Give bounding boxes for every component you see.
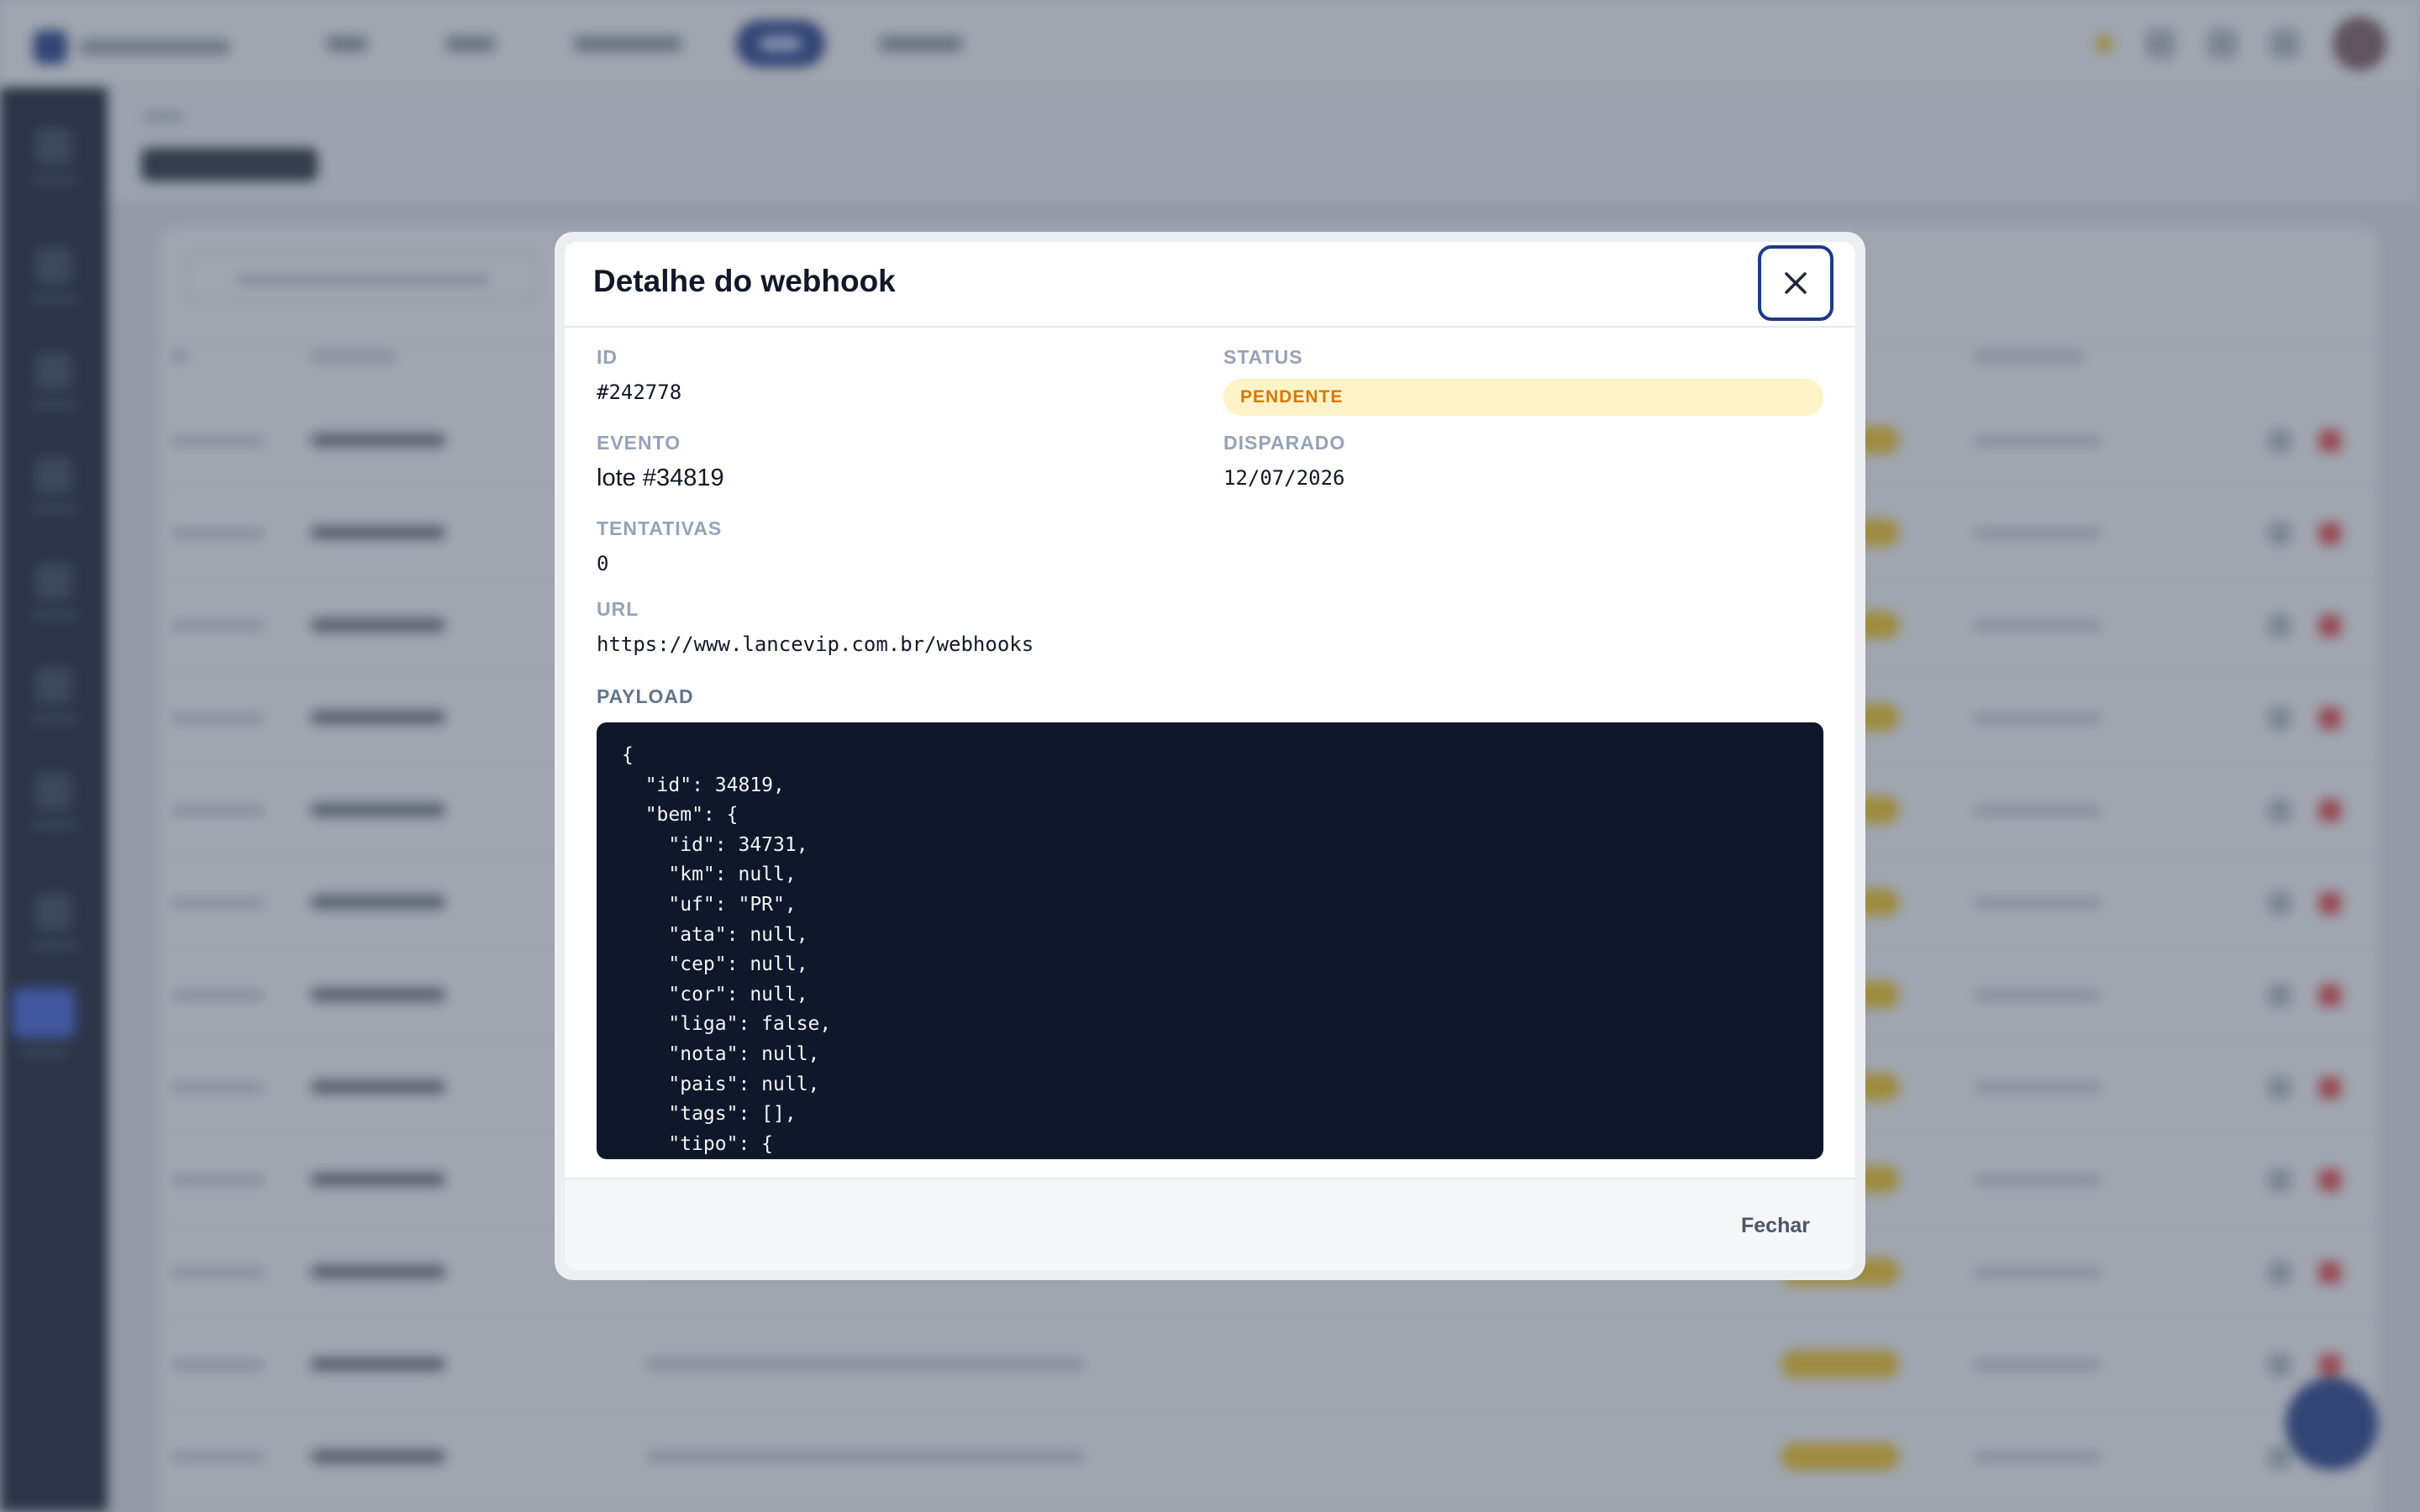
field-evento-label: EVENTO [597, 432, 681, 454]
payload-line: "cep": null, [622, 953, 808, 976]
payload-line: "liga": false, [622, 1013, 832, 1036]
field-id-label: ID [597, 346, 618, 368]
field-url-label: URL [597, 598, 639, 620]
field-id-value: #242778 [597, 381, 682, 404]
field-tentativas-label: TENTATIVAS [597, 517, 723, 539]
payload-line: "tipo": { [622, 1132, 774, 1155]
payload-line: "cor": null, [622, 983, 808, 1005]
payload-line: "id": 34819, [622, 774, 785, 796]
field-status-label: STATUS [1223, 346, 1303, 368]
payload-line: { [622, 744, 634, 766]
field-disparado-value: 12/07/2026 [1223, 466, 1345, 490]
webhook-detail-modal: Detalhe do webhook ID #242778 STATUS PEN… [565, 242, 1855, 1270]
payload-code-block[interactable]: { "id": 34819, "bem": { "id": 34731, "km… [597, 722, 1823, 1159]
close-button[interactable] [1758, 245, 1833, 321]
field-disparado-label: DISPARADO [1223, 432, 1346, 454]
field-evento-value: lote #34819 [597, 465, 724, 491]
payload-line: "km": null, [622, 864, 797, 886]
payload-line: "tags": [], [622, 1103, 797, 1126]
payload-label: PAYLOAD [597, 685, 694, 707]
payload-line: "id": 34731, [622, 833, 808, 856]
modal-header: Detalhe do webhook [565, 242, 1855, 328]
modal-title: Detalhe do webhook [593, 264, 896, 298]
status-badge: PENDENTE [1223, 379, 1823, 416]
field-id: ID #242778 [597, 346, 681, 404]
payload-line: "uf": "PR", [622, 893, 797, 916]
close-icon [1785, 272, 1807, 294]
field-disparado: DISPARADO 12/07/2026 [1223, 432, 1345, 490]
close-footer-button[interactable]: Fechar [1724, 1205, 1827, 1247]
field-tentativas: TENTATIVAS 0 [597, 517, 722, 575]
field-status: STATUS PENDENTE [1223, 346, 1823, 416]
payload-line: "nota": null, [622, 1042, 820, 1065]
field-tentativas-value: 0 [597, 552, 609, 575]
payload-line: "bem": { [622, 804, 739, 827]
payload-line: "ata": null, [622, 923, 808, 946]
field-evento: EVENTO lote #34819 [597, 432, 724, 492]
modal-footer: Fechar [565, 1178, 1855, 1270]
payload-line: "pais": null, [622, 1073, 820, 1095]
field-url: URL https://www.lancevip.com.br/webhooks [597, 598, 1034, 656]
field-url-value: https://www.lancevip.com.br/webhooks [597, 633, 1034, 656]
